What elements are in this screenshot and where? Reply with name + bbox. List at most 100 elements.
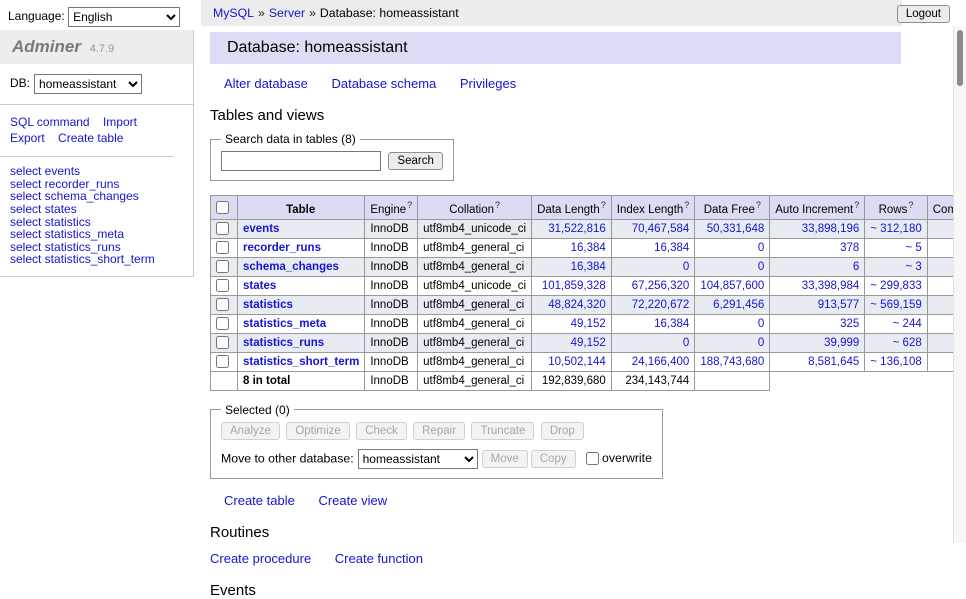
- row-checkbox[interactable]: [216, 336, 229, 349]
- auto-increment-link[interactable]: 39,999: [824, 337, 859, 349]
- rows-estimate-link[interactable]: ~ 136,108: [870, 356, 921, 368]
- sidebar-table-link[interactable]: select statistics_meta: [10, 228, 183, 241]
- auto-increment-link[interactable]: 6: [853, 261, 859, 273]
- data-free-link[interactable]: 6,291,456: [713, 299, 764, 311]
- row-checkbox[interactable]: [216, 260, 229, 273]
- scrollbar-thumb[interactable]: [957, 30, 963, 86]
- help-link[interactable]: ?: [495, 200, 500, 210]
- engine-cell: InnoDB: [365, 352, 418, 371]
- rows-estimate-link[interactable]: ~ 628: [893, 337, 922, 349]
- breadcrumb-mysql-link[interactable]: MySQL: [213, 6, 254, 20]
- copy-button[interactable]: Copy: [531, 450, 576, 468]
- data-free-link[interactable]: 0: [758, 242, 764, 254]
- data-length-link[interactable]: 49,152: [571, 318, 606, 330]
- rows-estimate-link[interactable]: ~ 5: [905, 242, 921, 254]
- index-length-link[interactable]: 72,220,672: [632, 299, 690, 311]
- index-length-link[interactable]: 67,256,320: [632, 280, 690, 292]
- logout-button[interactable]: Logout: [897, 5, 950, 23]
- sidebar-action-link[interactable]: SQL command: [10, 115, 90, 129]
- auto-increment-link[interactable]: 8,581,645: [808, 356, 859, 368]
- database-action-link[interactable]: Database schema: [331, 76, 436, 91]
- overwrite-checkbox[interactable]: [586, 452, 599, 465]
- rows-estimate-link[interactable]: ~ 299,833: [870, 280, 921, 292]
- data-free-link[interactable]: 0: [758, 337, 764, 349]
- index-length-link[interactable]: 16,384: [654, 242, 689, 254]
- data-length-link[interactable]: 48,824,320: [548, 299, 606, 311]
- sidebar-action-link[interactable]: Create table: [58, 131, 123, 145]
- selected-action-button[interactable]: Drop: [541, 422, 584, 440]
- search-button[interactable]: Search: [388, 152, 442, 170]
- create-link[interactable]: Create table: [224, 493, 295, 508]
- index-length-link[interactable]: 70,467,584: [632, 223, 690, 235]
- auto-increment-link[interactable]: 33,398,984: [802, 280, 860, 292]
- data-length-link[interactable]: 49,152: [571, 337, 606, 349]
- table-name-link[interactable]: statistics: [243, 299, 293, 311]
- data-free-link[interactable]: 104,857,600: [700, 280, 764, 292]
- auto-increment-link[interactable]: 913,577: [818, 299, 860, 311]
- data-length-link[interactable]: 31,522,816: [548, 223, 606, 235]
- row-checkbox[interactable]: [216, 298, 229, 311]
- create-link[interactable]: Create view: [318, 493, 387, 508]
- adminer-brand-link[interactable]: Adminer: [12, 37, 81, 56]
- help-link[interactable]: ?: [684, 200, 689, 210]
- row-checkbox[interactable]: [216, 222, 229, 235]
- help-link[interactable]: ?: [601, 200, 606, 210]
- sidebar-table-link[interactable]: select statistics_short_term: [10, 253, 183, 266]
- rows-estimate-link[interactable]: ~ 569,159: [870, 299, 921, 311]
- search-input[interactable]: [221, 151, 381, 171]
- data-length-link[interactable]: 101,859,328: [542, 280, 606, 292]
- table-name-link[interactable]: statistics_runs: [243, 337, 324, 349]
- breadcrumb-server-link[interactable]: Server: [269, 6, 305, 20]
- table-name-link[interactable]: statistics_short_term: [243, 356, 359, 368]
- index-length-link[interactable]: 0: [683, 261, 689, 273]
- data-free-link[interactable]: 0: [758, 261, 764, 273]
- table-name-link[interactable]: statistics_meta: [243, 318, 326, 330]
- database-action-link[interactable]: Alter database: [224, 76, 308, 91]
- data-free-link[interactable]: 188,743,680: [700, 356, 764, 368]
- routine-link[interactable]: Create function: [335, 551, 423, 566]
- table-name-link[interactable]: schema_changes: [243, 261, 339, 273]
- selected-action-button[interactable]: Truncate: [471, 422, 534, 440]
- row-checkbox[interactable]: [216, 241, 229, 254]
- sidebar-action-link[interactable]: Export: [10, 131, 45, 145]
- language-select[interactable]: English: [68, 7, 180, 27]
- row-checkbox[interactable]: [216, 279, 229, 292]
- data-length-link[interactable]: 16,384: [571, 261, 606, 273]
- index-length-link[interactable]: 24,166,400: [632, 356, 690, 368]
- selected-action-button[interactable]: Repair: [413, 422, 465, 440]
- row-checkbox[interactable]: [216, 355, 229, 368]
- rows-estimate-link[interactable]: ~ 3: [905, 261, 921, 273]
- data-length-link[interactable]: 16,384: [571, 242, 606, 254]
- sidebar-table-link[interactable]: select states: [10, 203, 183, 216]
- move-db-select[interactable]: homeassistant: [358, 449, 478, 469]
- db-select[interactable]: homeassistant: [34, 74, 142, 94]
- auto-increment-link[interactable]: 33,898,196: [802, 223, 860, 235]
- row-checkbox[interactable]: [216, 317, 229, 330]
- sidebar-table-link[interactable]: select events: [10, 165, 183, 178]
- data-free-link[interactable]: 50,331,648: [707, 223, 765, 235]
- rows-estimate-link[interactable]: ~ 244: [893, 318, 922, 330]
- sidebar-action-link[interactable]: Import: [103, 115, 137, 129]
- table-name-link[interactable]: recorder_runs: [243, 242, 321, 254]
- move-button[interactable]: Move: [482, 450, 528, 468]
- index-length-link[interactable]: 16,384: [654, 318, 689, 330]
- table-name-link[interactable]: states: [243, 280, 276, 292]
- auto-increment-link[interactable]: 378: [840, 242, 859, 254]
- help-link[interactable]: ?: [407, 200, 412, 210]
- help-link[interactable]: ?: [908, 200, 913, 210]
- auto-increment-link[interactable]: 325: [840, 318, 859, 330]
- rows-estimate-link[interactable]: ~ 312,180: [870, 223, 921, 235]
- index-length-link[interactable]: 0: [683, 337, 689, 349]
- selected-action-button[interactable]: Check: [356, 422, 407, 440]
- help-link[interactable]: ?: [854, 200, 859, 210]
- select-all-checkbox[interactable]: [216, 201, 229, 214]
- data-free-link[interactable]: 0: [758, 318, 764, 330]
- selected-action-button[interactable]: Analyze: [221, 422, 280, 440]
- routine-link[interactable]: Create procedure: [210, 551, 311, 566]
- selected-action-button[interactable]: Optimize: [286, 422, 349, 440]
- scrollbar[interactable]: [953, 26, 966, 543]
- table-name-link[interactable]: events: [243, 223, 279, 235]
- data-length-link[interactable]: 10,502,144: [548, 356, 606, 368]
- database-action-link[interactable]: Privileges: [460, 76, 516, 91]
- help-link[interactable]: ?: [756, 200, 761, 210]
